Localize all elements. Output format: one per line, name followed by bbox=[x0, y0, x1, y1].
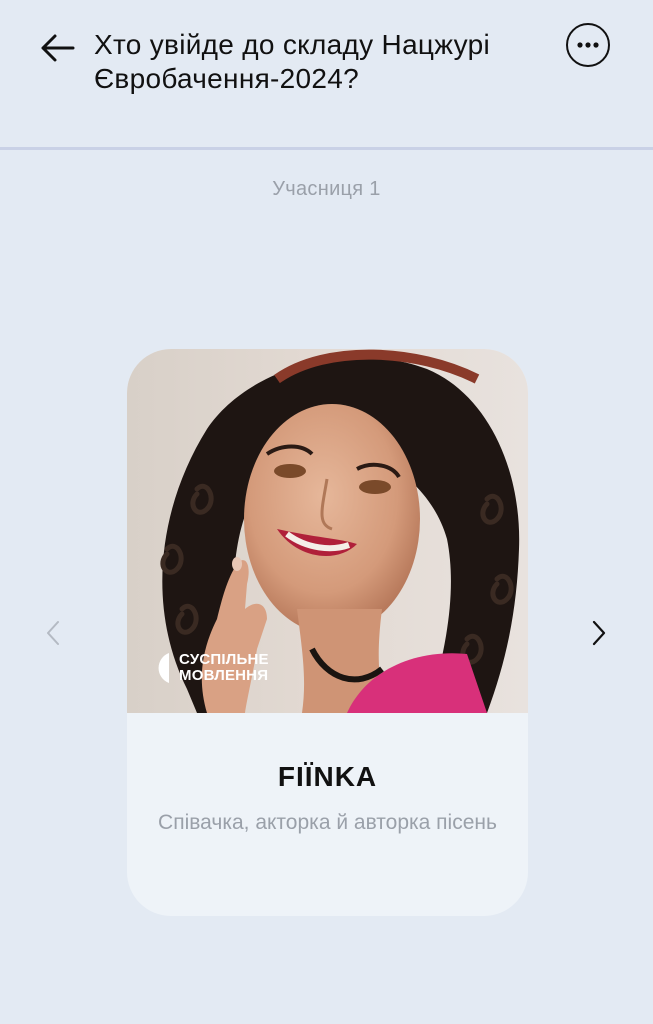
arrow-left-icon bbox=[41, 34, 75, 62]
participant-card[interactable]: СУСПІЛЬНЕ МОВЛЕННЯ FIЇNKA Співачка, актор… bbox=[127, 349, 528, 916]
chevron-left-icon bbox=[47, 621, 59, 645]
broadcaster-logo: СУСПІЛЬНЕ МОВЛЕННЯ bbox=[147, 651, 269, 685]
more-horizontal-icon bbox=[577, 42, 599, 48]
back-button[interactable] bbox=[36, 28, 78, 68]
previous-button[interactable] bbox=[40, 618, 66, 648]
chevron-right-icon bbox=[592, 620, 606, 646]
suspilne-logo-icon bbox=[158, 653, 169, 683]
participant-description: Співачка, акторка й авторка пісень bbox=[158, 811, 497, 834]
more-options-button[interactable] bbox=[566, 23, 610, 67]
header-divider bbox=[0, 147, 653, 150]
app-header: Хто увійде до складу Нацжурі Євробачення… bbox=[0, 0, 653, 148]
participant-photo: СУСПІЛЬНЕ МОВЛЕННЯ bbox=[127, 349, 528, 713]
participant-counter: Учасниця 1 bbox=[272, 178, 381, 200]
next-button[interactable] bbox=[586, 618, 612, 648]
participant-name: FIЇNKA bbox=[277, 761, 378, 792]
page-title: Хто увійде до складу Нацжурі Євробачення… bbox=[94, 29, 490, 94]
